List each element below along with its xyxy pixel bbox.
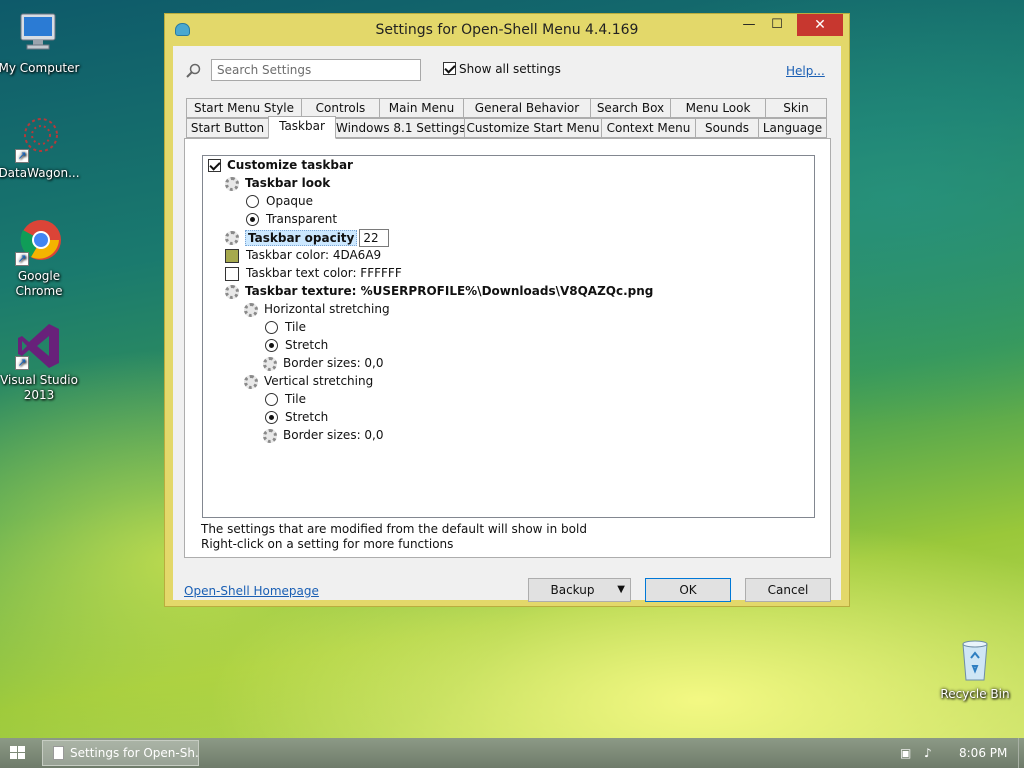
radio-selected-icon xyxy=(246,213,259,226)
gear-icon xyxy=(263,428,277,443)
chrome-icon: ↗ xyxy=(15,218,63,266)
shortcut-arrow-icon: ↗ xyxy=(15,356,29,370)
taskbar-color-swatch xyxy=(225,248,239,263)
document-icon xyxy=(53,746,64,760)
desktop-icon-my-computer[interactable]: My Computer xyxy=(0,10,81,76)
tab-general-behavior[interactable]: General Behavior xyxy=(463,98,591,118)
transparent-option[interactable]: Transparent xyxy=(246,211,337,228)
taskbar-color-setting[interactable]: Taskbar color: 4DA6A9 xyxy=(225,247,381,264)
title-bar[interactable]: Settings for Open-Shell Menu 4.4.169 — ☐… xyxy=(165,14,849,46)
taskbar-text-color-setting[interactable]: Taskbar text color: FFFFFF xyxy=(225,265,402,282)
vertical-border-sizes-setting[interactable]: Border sizes: 0,0 xyxy=(263,427,384,444)
tab-sounds[interactable]: Sounds xyxy=(695,118,759,138)
taskbar-clock[interactable]: 8:06 PM xyxy=(959,746,1007,760)
volume-icon[interactable]: ♪ xyxy=(924,746,938,760)
desktop-icon-google-chrome[interactable]: ↗ Google Chrome xyxy=(0,218,81,299)
desktop-icon-label: Visual Studio 2013 xyxy=(0,373,78,402)
checkbox-checked-icon xyxy=(443,62,456,75)
show-desktop-button[interactable] xyxy=(1018,738,1024,768)
tab-main-menu[interactable]: Main Menu xyxy=(379,98,464,118)
tab-start-menu-style[interactable]: Start Menu Style xyxy=(186,98,302,118)
taskbar-look-setting[interactable]: Taskbar look xyxy=(225,175,330,192)
desktop-icon-label: DataWagon... xyxy=(0,166,80,180)
info-text-bold: The settings that are modified from the … xyxy=(201,522,587,536)
customize-taskbar-setting[interactable]: Customize taskbar xyxy=(208,157,353,174)
radio-empty-icon xyxy=(246,195,259,208)
close-button[interactable]: ✕ xyxy=(797,14,843,36)
tab-language[interactable]: Language xyxy=(758,118,827,138)
radio-empty-icon xyxy=(265,321,278,334)
settings-dialog: Settings for Open-Shell Menu 4.4.169 — ☐… xyxy=(164,13,850,607)
gear-icon xyxy=(225,176,239,191)
desktop-icon-label: Recycle Bin xyxy=(940,687,1010,701)
backup-button[interactable]: Backup ▼ xyxy=(528,578,631,602)
gear-icon xyxy=(244,302,258,317)
tab-taskbar[interactable]: Taskbar xyxy=(268,116,336,139)
windows-start-icon[interactable] xyxy=(10,746,26,760)
computer-icon xyxy=(15,10,63,58)
tab-start-button[interactable]: Start Button xyxy=(186,118,269,138)
recycle-bin-icon xyxy=(951,636,999,684)
taskbar-item-label: Settings for Open-Sh... xyxy=(70,746,199,760)
settings-tree: Customize taskbar Taskbar look Opaque Tr… xyxy=(202,155,815,518)
horizontal-stretch-option[interactable]: Stretch xyxy=(265,337,328,354)
shortcut-arrow-icon: ↗ xyxy=(15,252,29,266)
tab-windows-8-1-settings[interactable]: Windows 8.1 Settings xyxy=(335,118,466,138)
desktop-icon-recycle-bin[interactable]: Recycle Bin xyxy=(933,636,1017,702)
radio-selected-icon xyxy=(265,339,278,352)
tab-menu-look[interactable]: Menu Look xyxy=(670,98,766,118)
radio-selected-icon xyxy=(265,411,278,424)
horizontal-stretching-setting[interactable]: Horizontal stretching xyxy=(244,301,390,318)
open-shell-homepage-link[interactable]: Open-Shell Homepage xyxy=(184,584,319,598)
tab-customize-start-menu[interactable]: Customize Start Menu xyxy=(464,118,602,138)
taskbar-opacity-setting[interactable]: Taskbar opacity 22 xyxy=(225,229,390,247)
ok-button[interactable]: OK xyxy=(645,578,731,602)
taskbar: Settings for Open-Sh... ▣ ♪ 8:06 PM xyxy=(0,738,1024,768)
show-all-label: Show all settings xyxy=(459,61,561,76)
checkbox-checked-icon xyxy=(208,159,221,172)
desktop-icon-label: My Computer xyxy=(0,61,80,75)
desktop-icon-label: Google Chrome xyxy=(15,269,63,298)
taskbar-item-settings[interactable]: Settings for Open-Sh... xyxy=(42,740,199,766)
gear-icon xyxy=(225,231,239,245)
taskbar-text-color-swatch xyxy=(225,266,239,281)
search-settings-input[interactable] xyxy=(211,59,421,81)
taskbar-opacity-input[interactable]: 22 xyxy=(359,229,390,247)
horizontal-border-sizes-setting[interactable]: Border sizes: 0,0 xyxy=(263,355,384,372)
help-link[interactable]: Help... xyxy=(786,64,825,78)
show-all-settings-checkbox[interactable]: Show all settings xyxy=(443,61,561,76)
gear-icon xyxy=(225,284,239,299)
vertical-stretch-option[interactable]: Stretch xyxy=(265,409,328,426)
info-text-right-click: Right-click on a setting for more functi… xyxy=(201,537,454,551)
radio-empty-icon xyxy=(265,393,278,406)
vertical-stretching-setting[interactable]: Vertical stretching xyxy=(244,373,373,390)
shortcut-arrow-icon: ↗ xyxy=(15,149,29,163)
maximize-button[interactable]: ☐ xyxy=(763,14,791,36)
desktop-icon-visual-studio[interactable]: ↗ Visual Studio 2013 xyxy=(0,322,81,403)
tab-search-box[interactable]: Search Box xyxy=(590,98,671,118)
gear-icon xyxy=(263,356,277,371)
tab-controls[interactable]: Controls xyxy=(301,98,380,118)
search-icon xyxy=(186,63,201,78)
minimize-button[interactable]: — xyxy=(735,14,763,36)
visual-studio-icon: ↗ xyxy=(15,322,63,370)
desktop-icon-datawagon[interactable]: ↗ DataWagon... xyxy=(0,115,81,181)
gear-icon xyxy=(244,374,258,389)
tab-context-menu[interactable]: Context Menu xyxy=(601,118,696,138)
taskbar-tab-panel: Customize taskbar Taskbar look Opaque Tr… xyxy=(184,138,831,558)
datawagon-icon: ↗ xyxy=(15,115,63,163)
network-icon[interactable]: ▣ xyxy=(900,746,914,760)
horizontal-tile-option[interactable]: Tile xyxy=(265,319,306,336)
dialog-client-area: Show all settings Help... Start Menu Sty… xyxy=(173,46,841,602)
taskbar-texture-setting[interactable]: Taskbar texture: %USERPROFILE%\Downloads… xyxy=(225,283,653,300)
tab-skin[interactable]: Skin xyxy=(765,98,827,118)
vertical-tile-option[interactable]: Tile xyxy=(265,391,306,408)
backup-label: Backup xyxy=(550,583,595,597)
cancel-button[interactable]: Cancel xyxy=(745,578,831,602)
opaque-option[interactable]: Opaque xyxy=(246,193,313,210)
chevron-down-icon[interactable]: ▼ xyxy=(617,579,625,601)
